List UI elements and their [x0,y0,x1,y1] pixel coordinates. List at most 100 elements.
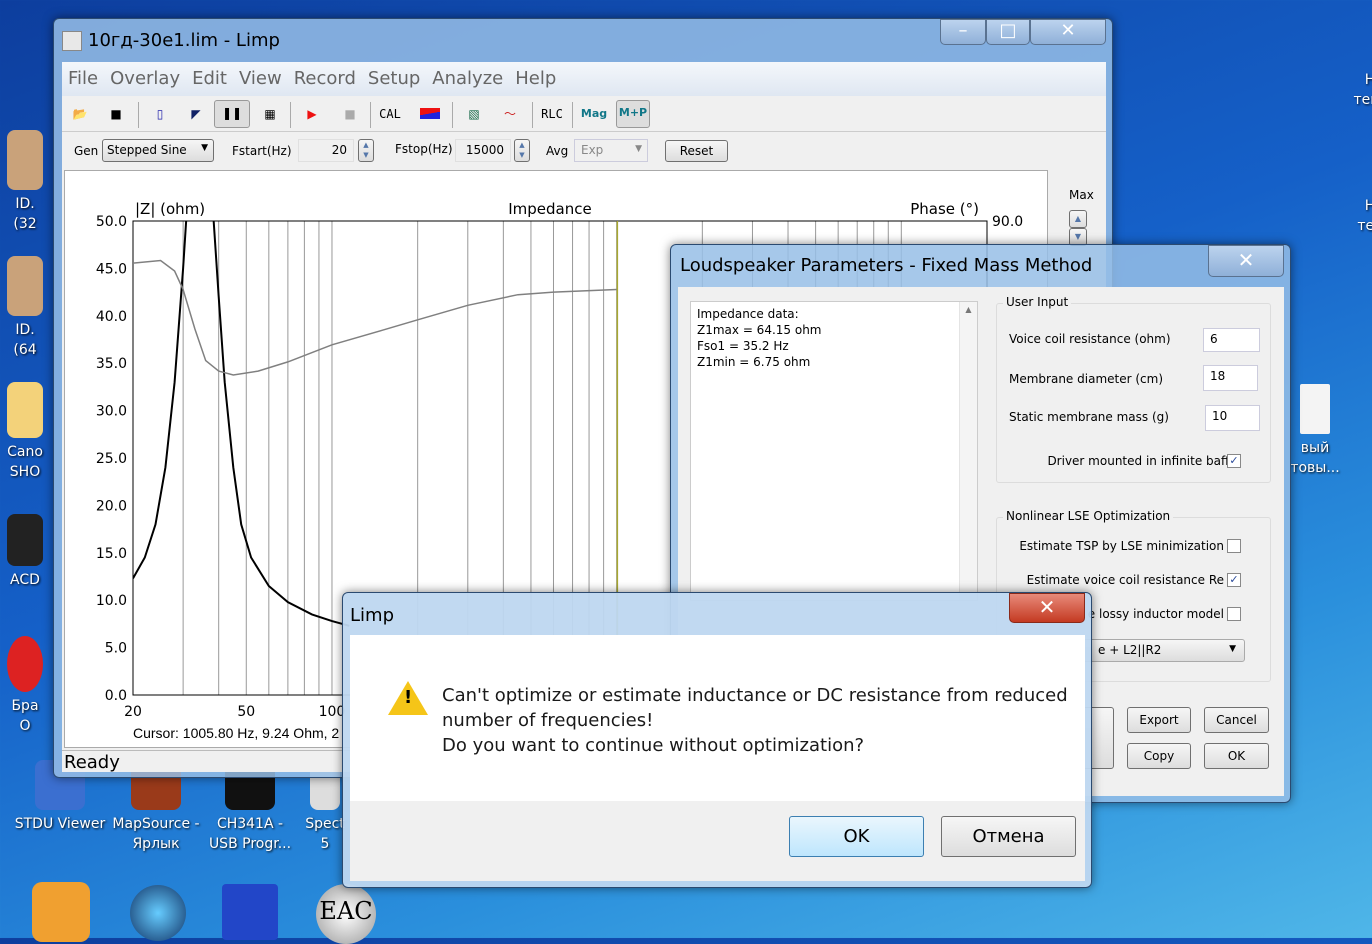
export-button[interactable]: Export [1127,707,1191,733]
msgbox-content: ! Can't optimize or estimate inductance … [350,635,1085,801]
fstart-label: Fstart(Hz) [232,144,292,158]
y-axis-label: |Z| (ohm) [135,200,205,218]
y-tick-label: 45.0 [96,261,127,277]
desktop-icon-acd[interactable]: ACD [0,514,60,590]
minimize-button[interactable]: – [940,19,986,45]
portrait-icon [7,256,43,316]
user-input-group: User Input Voice coil resistance (ohm) 6… [996,295,1271,483]
table-icon[interactable]: ▦ [256,102,284,126]
menu-record[interactable]: Record [294,68,356,89]
y-tick-label: 25.0 [96,451,127,467]
desktop-icon-text2[interactable]: Н тек [1340,196,1372,236]
app-icon-eac[interactable]: EAC [316,884,376,944]
menu-view[interactable]: View [239,68,282,89]
group-title: Nonlinear LSE Optimization [1003,509,1174,523]
impedance-line: Z1max = 64.15 ohm [697,323,822,337]
pause-button[interactable]: ❚❚ [214,100,250,128]
app-icon-globe[interactable] [130,885,186,941]
menu-bar: File Overlay Edit View Record Setup Analyze Hel… [62,62,1106,96]
message-box: Limp ✕ ! Can't optimize or estimate indu… [342,592,1092,888]
gen-value: Stepped Sine [107,143,187,157]
fstart-value: 20 [331,143,347,157]
filter-icon[interactable]: ▧ [460,102,488,126]
desktop-icon-id32[interactable]: ID. (32 [0,130,60,234]
desktop-icon-id64[interactable]: ID. (64 [0,256,60,360]
dialog-title: Loudspeaker Parameters - Fixed Mass Meth… [680,255,1093,276]
window-title: 10гд-30е1.lim - Limp [88,30,280,51]
close-button[interactable]: ✕ [1009,593,1085,623]
series-phase [133,259,617,376]
vc-resistance-label: Voice coil resistance (ohm) [1009,332,1171,346]
menu-setup[interactable]: Setup [368,68,420,89]
lossy-checkbox[interactable] [1227,607,1241,621]
y-tick-label: 35.0 [96,356,127,372]
desktop-icon-browser[interactable]: Бра O [0,636,60,736]
chevron-down-icon: ▼ [201,143,208,153]
cancel-button[interactable]: Cancel [1204,707,1269,733]
desktop-icon-text1[interactable]: Н текс [1340,70,1372,110]
ok-button[interactable]: OK [789,816,924,857]
close-button[interactable]: ✕ [1030,19,1106,45]
reset-button[interactable]: Reset [665,140,728,162]
msgbox-footer: OK Отмена [350,801,1085,881]
vc-resistance-input[interactable]: 6 [1203,328,1260,352]
y-tick-label: 10.0 [96,593,127,609]
mass-label: Static membrane mass (g) [1009,410,1169,424]
copy-icon[interactable]: ▯ [146,102,174,126]
open-icon[interactable]: 📂 [66,102,94,126]
avg-select[interactable]: Exp ▼ [574,139,648,162]
fstop-spinner[interactable]: ▲ ▼ [514,139,530,162]
rlc-button[interactable]: RLC [538,102,566,126]
cursor-readout: Cursor: 1005.80 Hz, 9.24 Ohm, 2 [133,725,340,741]
menu-overlay[interactable]: Overlay [110,68,180,89]
save-icon[interactable]: ■ [102,102,130,126]
app-icon-floppy[interactable] [222,884,278,940]
menu-analyze[interactable]: Analyze [432,68,503,89]
stop-icon[interactable]: ■ [336,102,364,126]
model-value: e + L2||R2 [1098,643,1162,657]
portrait-icon [7,130,43,190]
desktop-icon-canon[interactable]: Cano SHO [0,382,60,482]
avg-label: Avg [546,144,569,158]
menu-help[interactable]: Help [515,68,556,89]
fstart-spinner[interactable]: ▲ ▼ [358,139,374,162]
menu-file[interactable]: File [68,68,98,89]
maximize-button[interactable]: □ [986,19,1030,45]
max-up-button[interactable]: ▲ [1069,210,1087,228]
mag-button[interactable]: Mag [580,102,608,126]
chevron-down-icon: ▼ [635,144,642,154]
menu-edit[interactable]: Edit [192,68,227,89]
close-button[interactable]: ✕ [1208,245,1284,277]
impedance-line: Z1min = 6.75 ohm [697,355,811,369]
x-tick-label: 50 [237,704,255,720]
ok-button[interactable]: OK [1204,743,1269,769]
fstart-input[interactable]: 20 [298,139,354,162]
toolbar-separator [290,102,291,128]
play-icon[interactable]: ▶ [298,102,326,126]
baffle-label: Driver mounted in infinite baffle [1047,454,1240,468]
toolbar-separator [532,102,533,128]
y-tick-label: 20.0 [96,498,127,514]
mag-phase-button[interactable]: M+P [616,100,650,128]
tsp-checkbox[interactable] [1227,539,1241,553]
y2-tick-label: 90.0 [992,214,1023,230]
gen-select[interactable]: Stepped Sine ▼ [102,139,214,162]
fstop-input[interactable]: 15000 [455,139,511,162]
re-checkbox[interactable]: ✓ [1227,573,1241,587]
scrollbar[interactable]: ▲ [959,302,977,600]
document-icon [1300,384,1330,434]
cancel-button[interactable]: Отмена [941,816,1076,857]
cal-button[interactable]: CAL [376,102,404,126]
camera-icon [7,514,43,566]
baffle-checkbox[interactable]: ✓ [1227,454,1241,468]
diameter-input[interactable]: 18 [1203,365,1258,391]
mass-input[interactable]: 10 [1205,405,1260,431]
msgbox-title: Limp [350,605,394,626]
chevron-down-icon: ▼ [1229,644,1236,654]
diagonal-icon[interactable]: ◤ [182,102,210,126]
app-icon-box[interactable] [32,882,90,942]
browser-icon [7,636,43,692]
calibration-icon[interactable] [416,102,444,126]
copy-button[interactable]: Copy [1127,743,1191,769]
waveform-icon[interactable]: 〜 [496,102,524,126]
